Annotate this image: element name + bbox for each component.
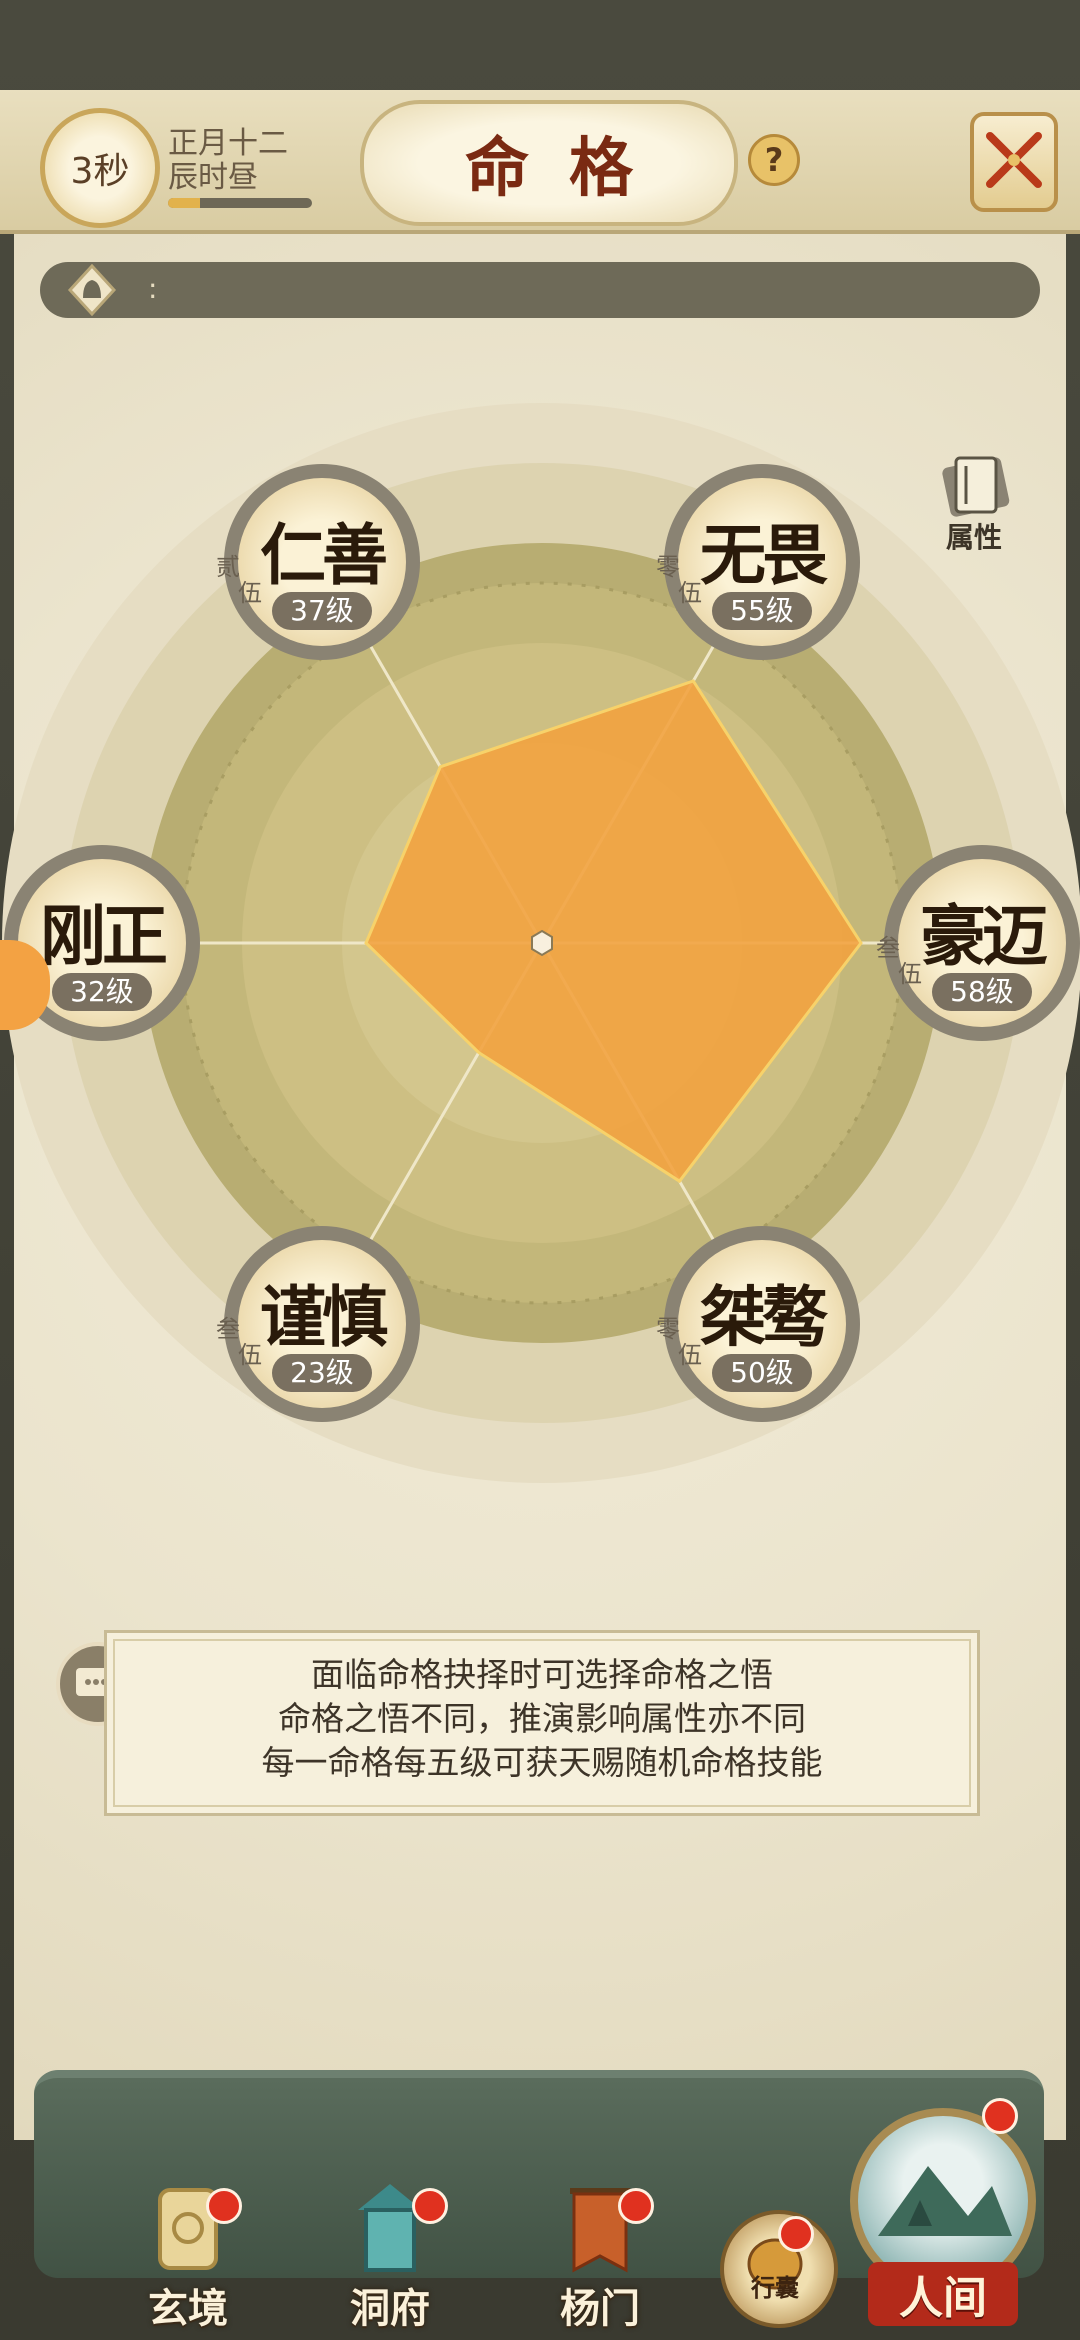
trait-side-2: 伍 [678,1341,702,1370]
trait-side-2: 伍 [898,960,922,988]
page-title: 命格 [465,131,673,206]
trait-side-2: 伍 [238,578,262,607]
close-button[interactable] [970,112,1058,212]
nav-label-xuanjing: 玄境 [148,2285,228,2332]
trait-node[interactable]: 谨慎 23级叁伍 [216,1226,420,1423]
trait-level: 50级 [712,1354,812,1393]
notice-bar [40,262,1040,318]
world-label: 人间 [868,2262,1018,2326]
nav-label-yangmen: 杨门 [560,2285,640,2332]
time-progress-fill [168,198,200,208]
trait-level: 58级 [932,973,1032,1011]
info-line-2: 命格之悟不同，推演影响属性亦不同 [278,1699,806,1738]
nav-label-dongfu: 洞府 [350,2285,430,2332]
notification-dot [618,2188,654,2224]
info-box: 面临命格抉择时可选择命格之悟 命格之悟不同，推演影响属性亦不同 每一命格每五级可… [104,1630,980,1816]
title-plate: 命格 [360,100,738,226]
info-line-1: 面临命格抉择时可选择命格之悟 [311,1655,773,1694]
notice-text: : [148,272,158,305]
timer-badge: 3秒 [40,108,160,228]
trait-side-1: 叁 [216,1315,240,1344]
notification-dot [982,2098,1018,2134]
date-line-2: 辰时昼 [168,160,258,195]
bag-label: 行囊 [751,2274,799,2302]
trait-level: 23级 [272,1354,372,1393]
trait-node[interactable]: 桀骜 50级零伍 [656,1226,860,1423]
time-progress-bar [168,198,312,208]
trait-node[interactable]: 无畏 55级零伍 [656,463,860,660]
trait-side-2: 伍 [238,1341,262,1370]
info-line-3: 每一命格每五级可获天赐随机命格技能 [261,1743,823,1782]
landscape-icon [878,2166,1012,2236]
trait-side-1: 零 [656,1315,680,1344]
notification-dot [778,2216,814,2252]
trait-level: 55级 [712,591,812,630]
trait-side-1: 零 [656,552,680,581]
timer-text: 3秒 [70,151,130,192]
attributes-label[interactable]: 属性 [946,516,1002,556]
notification-dot [412,2188,448,2224]
bell-icon [67,264,117,316]
trait-side-1: 贰 [216,552,240,581]
trait-side-1: 叁 [876,934,900,962]
center-hex-icon [531,929,553,957]
help-button[interactable]: ? [748,134,800,186]
trait-node[interactable]: 仁善 37级贰伍 [216,463,420,660]
close-icon [986,132,1042,188]
trait-side-2: 伍 [678,578,702,607]
notification-dot [206,2188,242,2224]
trait-level: 37级 [272,591,372,630]
trait-node[interactable]: 豪迈 58级叁伍 [876,845,1080,1041]
trait-level: 32级 [52,973,152,1011]
